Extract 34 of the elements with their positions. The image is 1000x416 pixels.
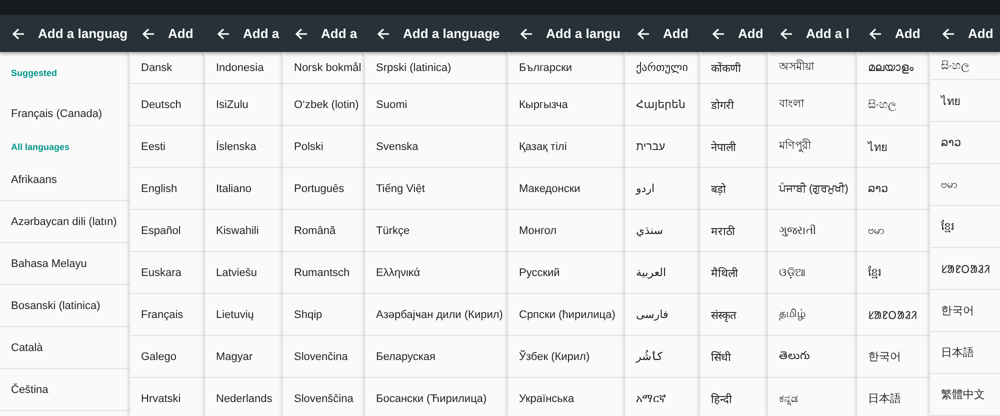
page-title: Add bbox=[168, 26, 194, 41]
language-item[interactable]: ไทย bbox=[930, 80, 1000, 122]
page-title: Add a language bbox=[403, 26, 500, 41]
language-item[interactable]: 繁體中文 bbox=[930, 374, 1000, 416]
section-header: All languages bbox=[10, 141, 71, 154]
back-arrow-icon bbox=[216, 28, 230, 40]
language-item[interactable]: ဗမာ bbox=[930, 164, 1000, 206]
language-item[interactable]: ᱥᱟᱱᱛᱟᱲᱤ bbox=[930, 248, 1000, 290]
page-title: Add a l bbox=[806, 26, 850, 41]
page-title: Add bbox=[968, 26, 994, 41]
page-title: Add a bbox=[243, 26, 280, 41]
back-arrow-icon bbox=[942, 28, 954, 40]
page-title: Add bbox=[895, 26, 920, 41]
page-title: Add a languag bbox=[38, 26, 128, 41]
language-item[interactable]: 日本語 bbox=[930, 332, 1000, 374]
language-item[interactable]: 한국어 bbox=[930, 290, 1000, 332]
section-header: Suggested bbox=[10, 66, 58, 80]
page-title: Add bbox=[663, 26, 688, 41]
back-arrow-icon bbox=[712, 28, 724, 40]
page-title: Add a langu bbox=[546, 26, 620, 41]
back-arrow-icon bbox=[520, 28, 532, 40]
back-arrow-icon bbox=[12, 28, 24, 40]
language-item[interactable]: Français (Canada) bbox=[0, 93, 130, 135]
back-arrow-icon bbox=[780, 28, 792, 40]
back-arrow-icon bbox=[868, 28, 882, 40]
page-title: Add bbox=[738, 26, 764, 41]
back-arrow-icon bbox=[636, 28, 650, 40]
page-title: Add a bbox=[321, 26, 358, 41]
language-item[interactable]: ລາວ bbox=[930, 122, 1000, 164]
back-arrow-icon bbox=[376, 28, 390, 40]
back-arrow-icon bbox=[294, 28, 308, 40]
back-arrow-icon bbox=[142, 28, 154, 40]
language-item[interactable]: ខ្មែរ bbox=[930, 206, 1000, 248]
language-item[interactable]: සිංහල bbox=[930, 52, 1000, 80]
